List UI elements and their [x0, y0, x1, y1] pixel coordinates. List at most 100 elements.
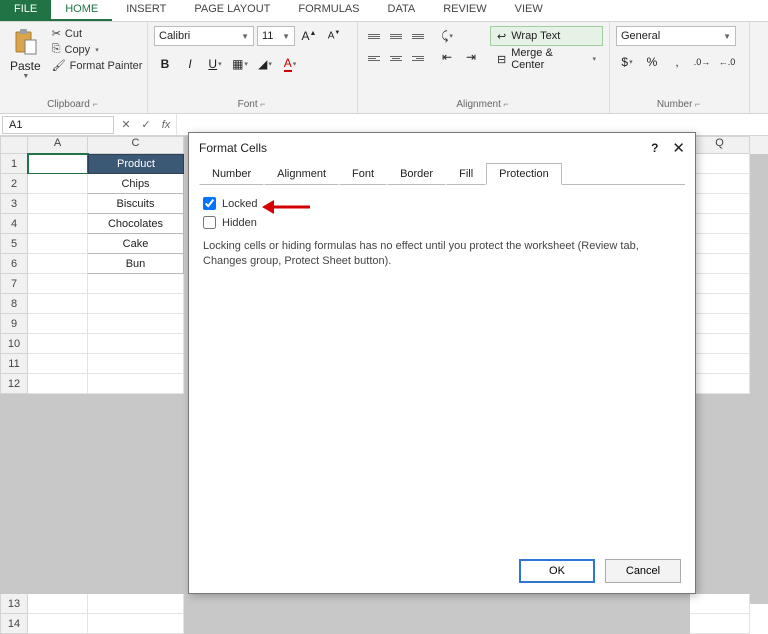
row-header[interactable]: 3	[0, 194, 28, 214]
cell[interactable]	[690, 614, 750, 634]
cell[interactable]	[28, 294, 88, 314]
orientation-button[interactable]: ⤹▾	[436, 26, 458, 46]
cell[interactable]	[690, 314, 750, 334]
col-header-a[interactable]: A	[28, 136, 88, 154]
row-header[interactable]: 7	[0, 274, 28, 294]
dialog-launcher-icon[interactable]: ⌐	[692, 99, 702, 109]
cell[interactable]	[88, 374, 184, 394]
cell[interactable]: Chocolates	[88, 214, 184, 234]
align-middle-button[interactable]	[386, 26, 406, 46]
cancel-button[interactable]: Cancel	[605, 559, 681, 583]
dialog-launcher-icon[interactable]: ⌐	[501, 99, 511, 109]
locked-checkbox[interactable]	[203, 197, 216, 210]
row-header[interactable]: 6	[0, 254, 28, 274]
cell[interactable]	[28, 274, 88, 294]
align-center-button[interactable]	[386, 48, 406, 68]
cell[interactable]	[88, 614, 184, 634]
cell[interactable]: Bun	[88, 254, 184, 274]
select-all-corner[interactable]	[0, 136, 28, 154]
cell[interactable]	[88, 294, 184, 314]
row-header[interactable]: 11	[0, 354, 28, 374]
cell[interactable]	[88, 334, 184, 354]
cell[interactable]	[690, 194, 750, 214]
cell[interactable]	[28, 214, 88, 234]
cell[interactable]	[690, 214, 750, 234]
wrap-text-button[interactable]: ↩ Wrap Text	[490, 26, 603, 46]
italic-button[interactable]: I	[179, 54, 201, 74]
cell[interactable]	[690, 294, 750, 314]
dialog-tab-protection[interactable]: Protection	[486, 163, 562, 185]
cell[interactable]: Chips	[88, 174, 184, 194]
format-painter-button[interactable]: 🖌 Format Painter	[49, 58, 146, 73]
tab-insert[interactable]: INSERT	[112, 0, 180, 21]
paste-button[interactable]: Paste ▼	[6, 26, 45, 97]
cell[interactable]	[690, 234, 750, 254]
row-header[interactable]: 12	[0, 374, 28, 394]
cell[interactable]: Biscuits	[88, 194, 184, 214]
increase-indent-button[interactable]: ⇥	[460, 47, 482, 67]
cell[interactable]	[690, 274, 750, 294]
cell[interactable]	[28, 194, 88, 214]
dialog-tab-border[interactable]: Border	[387, 163, 446, 185]
cell[interactable]	[28, 594, 88, 614]
cell[interactable]	[28, 254, 88, 274]
tab-page-layout[interactable]: PAGE LAYOUT	[180, 0, 284, 21]
help-button[interactable]: ?	[651, 141, 658, 155]
cancel-entry-button[interactable]: ✕	[116, 118, 136, 131]
cell[interactable]	[88, 314, 184, 334]
font-color-button[interactable]: A▾	[279, 54, 301, 74]
copy-button[interactable]: ⎘ Copy ▾	[49, 42, 146, 57]
cell[interactable]	[28, 314, 88, 334]
dialog-tab-alignment[interactable]: Alignment	[264, 163, 339, 185]
cell[interactable]: Cake	[88, 234, 184, 254]
align-right-button[interactable]	[408, 48, 428, 68]
cell[interactable]	[690, 594, 750, 614]
decrease-font-button[interactable]: A▼	[323, 26, 345, 46]
row-header[interactable]: 2	[0, 174, 28, 194]
underline-button[interactable]: U▾	[204, 54, 226, 74]
col-header-c[interactable]: C	[88, 136, 184, 154]
align-left-button[interactable]	[364, 48, 384, 68]
fill-color-button[interactable]: ◢▾	[254, 54, 276, 74]
row-header[interactable]: 1	[0, 154, 28, 174]
col-header-q[interactable]: Q	[690, 136, 750, 154]
comma-button[interactable]: ,	[666, 52, 688, 72]
cell[interactable]	[88, 274, 184, 294]
cell[interactable]	[690, 254, 750, 274]
row-header[interactable]: 4	[0, 214, 28, 234]
cell[interactable]	[28, 374, 88, 394]
cell[interactable]	[28, 334, 88, 354]
cell[interactable]	[690, 374, 750, 394]
row-header[interactable]: 8	[0, 294, 28, 314]
cell[interactable]	[88, 594, 184, 614]
row-header[interactable]: 10	[0, 334, 28, 354]
increase-font-button[interactable]: A▲	[298, 26, 320, 46]
tab-formulas[interactable]: FORMULAS	[284, 0, 373, 21]
dialog-tab-fill[interactable]: Fill	[446, 163, 486, 185]
tab-file[interactable]: FILE	[0, 0, 51, 21]
cell[interactable]	[88, 354, 184, 374]
tab-home[interactable]: HOME	[51, 0, 112, 21]
cell[interactable]	[28, 354, 88, 374]
borders-button[interactable]: ▦▾	[229, 54, 251, 74]
dialog-launcher-icon[interactable]: ⌐	[258, 99, 268, 109]
decrease-decimal-button[interactable]: ←.0	[716, 52, 738, 72]
font-size-combo[interactable]: 11 ▼	[257, 26, 295, 46]
ok-button[interactable]: OK	[519, 559, 595, 583]
decrease-indent-button[interactable]: ⇤	[436, 47, 458, 67]
dialog-tab-number[interactable]: Number	[199, 163, 264, 185]
align-bottom-button[interactable]	[408, 26, 428, 46]
cell[interactable]	[28, 614, 88, 634]
row-header[interactable]: 5	[0, 234, 28, 254]
name-box[interactable]: A1	[2, 116, 114, 134]
hidden-checkbox[interactable]	[203, 216, 216, 229]
merge-center-button[interactable]: ⊟ Merge & Center ▾	[490, 49, 603, 69]
accounting-format-button[interactable]: $▾	[616, 52, 638, 72]
cell[interactable]	[28, 154, 88, 174]
row-header[interactable]: 9	[0, 314, 28, 334]
percent-button[interactable]: %	[641, 52, 663, 72]
number-format-combo[interactable]: General ▼	[616, 26, 736, 46]
cell[interactable]	[690, 354, 750, 374]
enter-button[interactable]: ✓	[136, 118, 156, 131]
close-button[interactable]: ✕	[672, 139, 685, 157]
